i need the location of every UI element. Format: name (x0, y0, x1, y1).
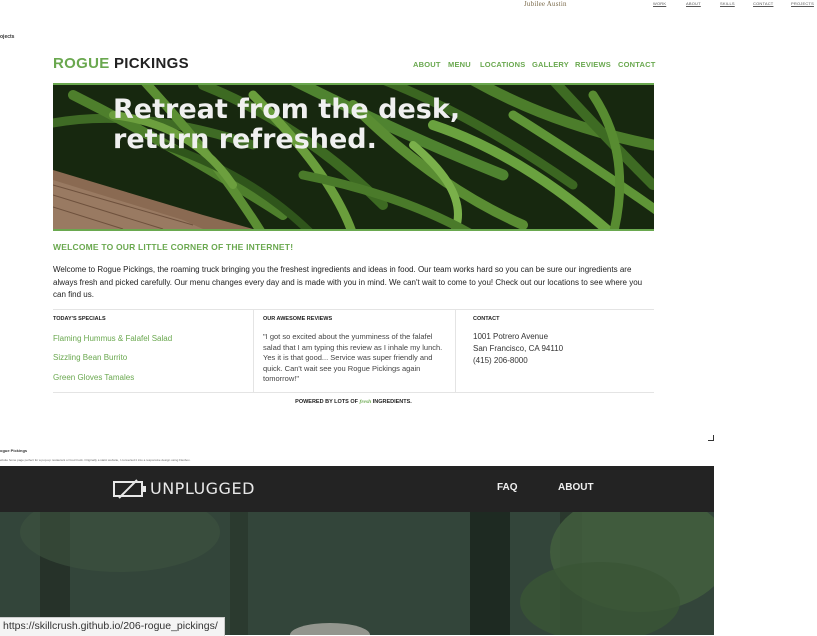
projects-section-label: ojects (0, 34, 15, 40)
contact-city-line: San Francisco, CA 94110 (473, 344, 564, 353)
section-divider-top (53, 309, 654, 310)
unplugged-nav-faq[interactable]: FAQ (497, 482, 518, 493)
contact-phone: (415) 206-8000 (473, 356, 528, 365)
project-caption-description: ebsite home page perfect for a pop-up re… (0, 458, 191, 462)
unplugged-logo[interactable]: UNPLUGGED (150, 479, 255, 498)
intro-paragraph: Welcome to Rogue Pickings, the roaming t… (53, 265, 643, 299)
contact-heading: CONTACT (473, 316, 500, 322)
headline-line-2: return refreshed. (113, 124, 377, 155)
site-nav-gallery[interactable]: GALLERY (532, 60, 569, 69)
unplugged-hero-headline: Retreat from the desk, return refreshed. (113, 95, 460, 155)
column-divider (455, 310, 456, 392)
portfolio-owner-name: Jubilee Austin (524, 0, 567, 8)
site-nav-locations[interactable]: LOCATIONS (480, 60, 525, 69)
specials-heading: TODAY'S SPECIALS (53, 316, 106, 322)
status-bar-url: https://skillcrush.github.io/206-rogue_p… (0, 617, 225, 636)
headline-line-1: Retreat from the desk, (113, 94, 461, 125)
powered-suffix: INGREDIENTS. (372, 399, 412, 405)
nav-link-skills[interactable]: SKILLS (720, 1, 735, 6)
contact-address-line: 1001 Potrero Avenue (473, 332, 549, 341)
rogue-pickings-logo[interactable]: ROGUE PICKINGS (53, 55, 189, 72)
resize-corner-icon[interactable] (708, 435, 714, 441)
column-divider (253, 310, 254, 392)
powered-by-footer: POWERED BY LOTS OF fresh INGREDIENTS. (0, 399, 707, 405)
nav-link-contact[interactable]: CONTACT (753, 1, 773, 6)
special-item: Green Gloves Tamales (53, 373, 135, 382)
unplugged-battery-icon (113, 479, 147, 504)
section-divider-bottom (53, 392, 654, 393)
welcome-heading: WELCOME TO OUR LITTLE CORNER OF THE INTE… (53, 242, 294, 252)
nav-link-projects[interactable]: PROJECTS (791, 1, 814, 6)
project-caption-title: ogue Pickings (0, 448, 28, 453)
reviews-heading: OUR AWESOME REVIEWS (263, 316, 333, 322)
powered-prefix: POWERED BY LOTS OF (295, 399, 359, 405)
site-nav-reviews[interactable]: REVIEWS (575, 60, 611, 69)
powered-fresh-word: fresh (359, 399, 372, 405)
hero-bottom-border (53, 229, 654, 231)
nav-link-about[interactable]: ABOUT (686, 1, 701, 6)
unplugged-nav-about[interactable]: ABOUT (558, 482, 594, 493)
nav-link-work[interactable]: WORK (653, 1, 666, 6)
logo-accent-word: ROGUE (53, 55, 110, 72)
site-nav-contact[interactable]: CONTACT (618, 60, 656, 69)
logo-word: PICKINGS (113, 55, 189, 72)
unplugged-preview[interactable]: UNPLUGGED FAQ ABOUT (0, 466, 714, 635)
unplugged-header: UNPLUGGED FAQ ABOUT (0, 466, 714, 512)
special-item: Sizzling Bean Burrito (53, 353, 128, 362)
review-quote: "I got so excited about the yumminess of… (263, 332, 443, 383)
special-item: Flaming Hummus & Falafel Salad (53, 334, 173, 343)
site-nav-menu[interactable]: MENU (448, 60, 471, 69)
site-nav-about[interactable]: ABOUT (413, 60, 441, 69)
